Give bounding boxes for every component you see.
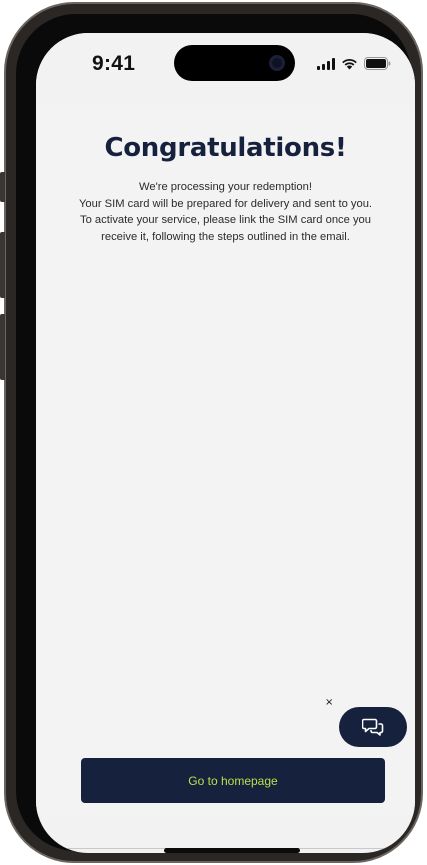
message-line-sim-instructions: Your SIM card will be prepared for deliv…	[78, 197, 373, 243]
phone-frame: 9:41 Congratulations! We're processing y…	[0, 2, 423, 863]
page-title: Congratulations!	[104, 133, 347, 163]
wifi-icon	[342, 58, 357, 69]
screen: 9:41 Congratulations! We're processing y…	[36, 33, 415, 853]
volume-up-button	[0, 232, 5, 298]
chat-support-button[interactable]	[339, 707, 407, 747]
volume-down-button	[0, 314, 5, 380]
status-icons	[317, 57, 391, 70]
confirmation-message: We're processing your redemption! Your S…	[78, 179, 373, 245]
battery-icon	[364, 57, 391, 70]
chat-close-icon[interactable]: ×	[325, 697, 333, 708]
cellular-signal-icon	[317, 57, 335, 70]
silent-switch	[0, 172, 5, 202]
home-indicator[interactable]	[164, 848, 300, 853]
dynamic-island	[174, 45, 295, 81]
message-line-processing: We're processing your redemption!	[139, 181, 312, 193]
phone-bezel: 9:41 Congratulations! We're processing y…	[16, 14, 415, 853]
status-bar: 9:41	[36, 33, 415, 105]
go-to-homepage-button[interactable]: Go to homepage	[81, 758, 385, 803]
camera-icon	[269, 55, 285, 71]
status-time: 9:41	[92, 52, 136, 75]
chat-bubbles-icon	[362, 718, 384, 736]
